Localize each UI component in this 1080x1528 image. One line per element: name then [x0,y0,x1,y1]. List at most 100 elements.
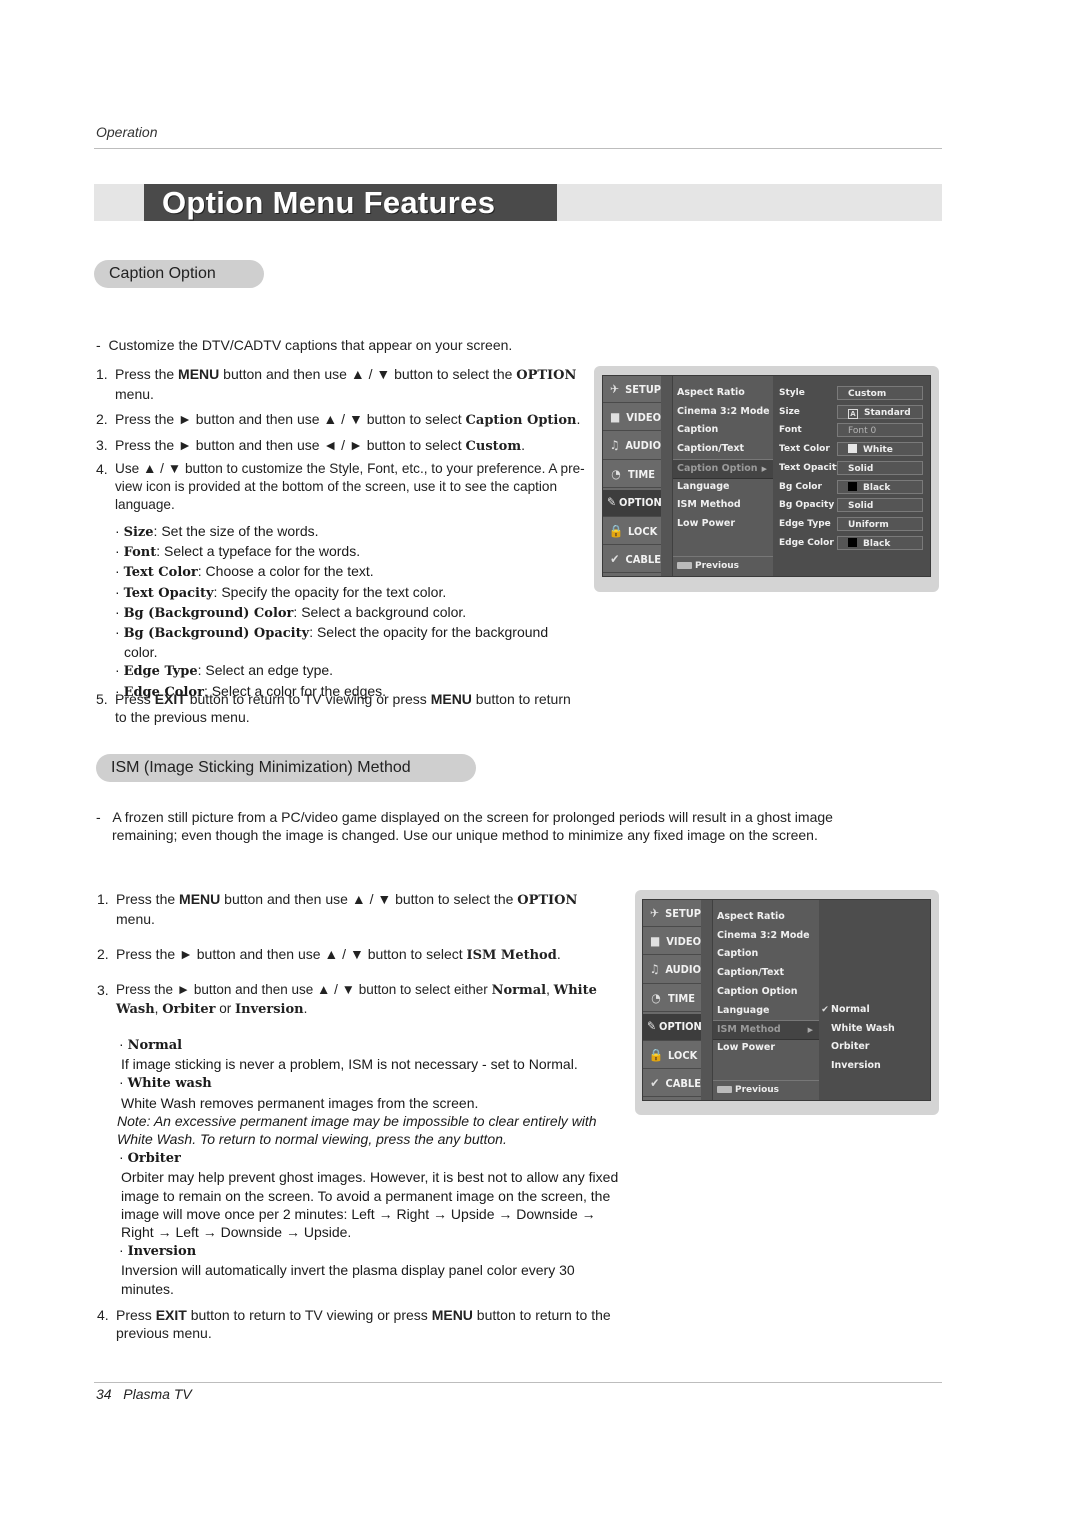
caption-option-row[interactable]: Bg Color Black [779,478,929,496]
caption-option-label: Edge Type [779,518,831,529]
tv-tab-video[interactable]: ■ VIDEO [603,404,661,432]
tv-menu-frame: ✈ SETUP ■ VIDEO ♫ AUDIO ◔ TIME ✎ OPTION 🔒 LOCK ✔ CABL… [602,375,931,577]
tv-tab-option[interactable]: ✎ OPTION [643,1013,702,1041]
tv-menu-item[interactable]: Caption/Text [673,440,773,458]
key-exit: EXIT [155,1307,187,1323]
video-icon: ■ [650,933,661,948]
term-custom: Custom [465,439,522,454]
tv-menu-item[interactable]: Aspect Ratio [673,384,773,402]
caption-option-row[interactable]: Text Color White [779,440,929,458]
caption-option-row[interactable]: Bg Opacity Solid [779,496,929,514]
tv-tab-video[interactable]: ■ VIDEO [643,928,701,956]
caption-option-row[interactable]: Font Font 0 [779,421,929,439]
term: Edge Type [123,664,198,680]
term: Text Opacity [123,585,214,601]
tv-tab-time[interactable]: ◔ TIME [603,461,661,489]
ism-option-white-wash[interactable]: White Wash [819,1020,895,1038]
page-footer: 34 Plasma TV [96,1386,192,1402]
ism-option-label: Normal [831,1004,870,1015]
clock-icon: ◔ [611,466,621,481]
previous-button[interactable]: Previous [673,556,773,575]
caption-option-panel: Style Custom Size A Standard Font Font 0 Text C… [773,376,930,576]
key-option: OPTION [517,893,578,908]
tv-tab-time[interactable]: ◔ TIME [643,985,701,1013]
tv-menu-item[interactable]: Cinema 3:2 Mode [713,927,819,945]
tv-menu-item[interactable]: ISM Method [673,496,773,514]
text: button and then use ▲ / ▼ button to sele… [220,891,518,907]
tv-menu-sidebar: ✈ SETUP ■ VIDEO ♫ AUDIO ◔ TIME ✎ OPTION 🔒 LOCK ✔ CABL… [603,376,662,576]
tv-menu-item[interactable]: Language [713,1002,819,1020]
caption-option-value[interactable]: Black [837,535,923,550]
tv-menu-item-label: Language [677,480,730,492]
tv-menu-item[interactable]: Caption [713,945,819,963]
value-text: Black [863,538,891,549]
tv-tab-label: AUDIO [665,963,701,977]
step-number: 5. [96,691,108,707]
mode-normal-term: · Normal [119,1036,183,1053]
tv-tab-setup[interactable]: ✈ SETUP [603,376,661,403]
tv-menu-item[interactable]: Caption Option [713,983,819,1001]
tv-tab-label: TIME [628,467,656,481]
tv-tab-setup[interactable]: ✈ SETUP [643,900,701,927]
caption-option-row[interactable]: Size A Standard [779,403,929,421]
mode-inversion-term: · Inversion [119,1242,197,1260]
tv-menu-item[interactable]: Cinema 3:2 Mode [673,403,773,421]
tv-menu-screenshot-caption: ✈ SETUP ■ VIDEO ♫ AUDIO ◔ TIME ✎ OPTION 🔒 LOCK ✔ CABL… [594,366,939,592]
caption-option-row[interactable]: Style Custom [779,384,929,402]
previous-button[interactable]: Previous [713,1080,819,1099]
tv-menu-item-label: Language [717,1004,770,1016]
value-text: Black [863,482,891,493]
caption-intro-text: Customize the DTV/CADTV captions that ap… [108,337,513,353]
tv-tab-option[interactable]: ✎ OPTION [603,489,662,517]
ism-option-orbiter[interactable]: Orbiter [819,1038,870,1056]
mode-inversion-desc: Inversion will automatically invert the … [121,1262,575,1297]
lock-icon: 🔒 [608,523,624,538]
tv-menu-items: Aspect Ratio Cinema 3:2 Mode Caption Captio… [712,900,820,1100]
caption-option-value[interactable]: Custom [837,386,923,400]
caption-option-value[interactable]: Solid [837,498,923,513]
caption-option-row[interactable]: Edge Type Uniform [779,515,929,533]
caption-option-value[interactable]: A Standard [837,404,923,419]
ism-option-normal[interactable]: ✔ Normal [819,1001,870,1019]
caption-option-value[interactable]: Font 0 [837,423,923,438]
color-swatch [848,481,857,491]
tv-tab-lock[interactable]: 🔒 LOCK [643,1042,701,1069]
text: menu. [115,386,154,402]
caption-step-1: 1. Press the MENU button and then use ▲ … [96,365,586,403]
step-number: 3. [96,437,108,453]
tv-menu-item[interactable]: Language [673,478,773,496]
text: Press [116,1307,156,1323]
caption-option-value[interactable]: Solid [837,460,923,475]
cable-check-icon: ✔ [650,1075,660,1090]
caption-option-label: Edge Color [779,537,834,548]
value-text: Font 0 [848,426,877,437]
tv-tab-cable[interactable]: ✔ CABLE [643,1070,701,1098]
bullet-bg-opacity: · Bg (Background) Opacity: Select the op… [115,624,549,661]
text: button and then use ▲ / ▼ button to sele… [219,366,517,382]
tv-tab-audio[interactable]: ♫ AUDIO [603,433,661,460]
tv-tab-cable[interactable]: ✔ CABLE [603,546,661,574]
caption-option-value[interactable]: White [837,442,923,457]
caption-option-label: Text Opacity [779,462,843,473]
ism-step-1: 1. Press the MENU button and then use ▲ … [97,890,619,928]
tv-menu-item[interactable]: Caption Option ▶ [673,458,773,479]
tv-menu-item[interactable]: Low Power [713,1039,819,1057]
ism-option-label: White Wash [831,1022,895,1034]
size-glyph-icon: A [848,408,858,419]
tv-menu-item[interactable]: Aspect Ratio [713,908,819,926]
caption-option-row[interactable]: Edge Color Black [779,534,929,552]
ism-option-inversion[interactable]: Inversion [819,1057,881,1075]
tv-tab-audio[interactable]: ♫ AUDIO [643,957,701,984]
step-text: Use ▲ / ▼ button to customize the Style,… [115,461,585,512]
caption-option-value[interactable]: Uniform [837,516,923,531]
tv-tab-lock[interactable]: 🔒 LOCK [603,518,661,545]
tv-menu-item[interactable]: Low Power [673,515,773,533]
step-number: 1. [96,366,108,382]
caption-option-row[interactable]: Text Opacity Solid [779,459,929,477]
tv-menu-item[interactable]: Caption [673,421,773,439]
term: Bg (Background) Color [123,605,294,621]
caption-option-value[interactable]: Black [837,479,923,494]
tv-menu-item[interactable]: ISM Method ▶ [713,1020,819,1041]
clock-icon: ◔ [651,990,661,1005]
tv-menu-item[interactable]: Caption/Text [713,964,819,982]
